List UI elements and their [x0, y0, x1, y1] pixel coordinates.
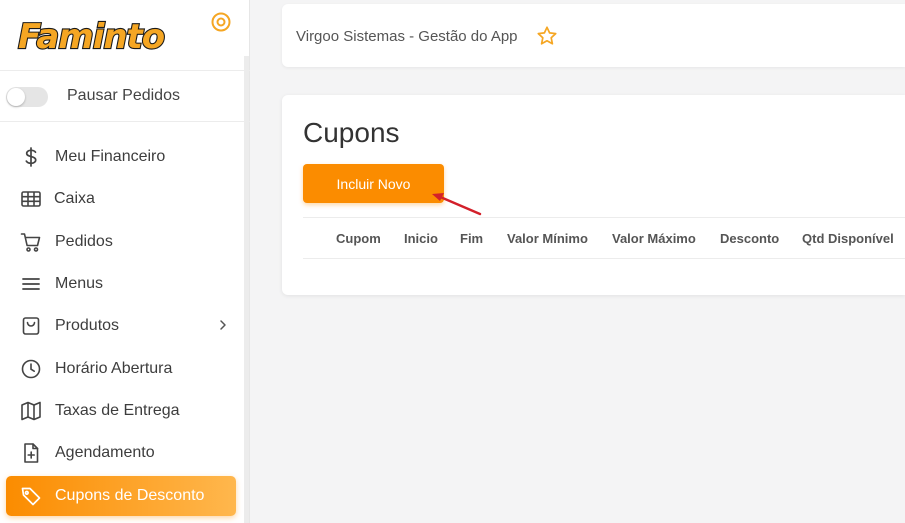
sidebar-item-label: Meu Financeiro	[55, 148, 166, 165]
bag-icon	[20, 315, 42, 337]
column-header[interactable]: Inicio	[404, 231, 438, 246]
add-new-button[interactable]: Incluir Novo	[303, 164, 444, 203]
sidebar-item-label: Menus	[55, 275, 104, 292]
pause-orders-toggle[interactable]	[6, 87, 48, 107]
settings-target-icon[interactable]	[210, 11, 232, 33]
top-bar: Virgoo Sistemas - Gestão do App	[282, 4, 905, 67]
sidebar-scrollbar[interactable]	[244, 56, 249, 523]
star-icon[interactable]	[536, 25, 558, 47]
sidebar-item-horario-abertura[interactable]: Horário Abertura	[6, 349, 236, 389]
sidebar-item-label: Agendamento	[55, 444, 155, 461]
menu-lines-icon	[20, 273, 42, 295]
sidebar-item-label: Produtos	[55, 317, 120, 334]
sidebar-item-produtos[interactable]: Produtos	[6, 306, 236, 346]
clock-icon	[20, 358, 42, 380]
sidebar: Faminto Pausar Pedidos Meu Financeiro Ca…	[0, 0, 250, 523]
column-header[interactable]: Valor Mínimo	[507, 231, 588, 246]
sidebar-item-pedidos[interactable]: Pedidos	[6, 222, 236, 262]
sidebar-item-caixa[interactable]: Caixa	[6, 179, 236, 219]
file-plus-icon	[20, 442, 42, 464]
column-header[interactable]: Qtd Disponível	[802, 231, 894, 246]
column-header[interactable]: Cupom	[336, 231, 381, 246]
toggle-knob	[7, 88, 25, 106]
coupons-table-header: Cupom Inicio Fim Valor Mínimo Valor Máxi…	[303, 217, 905, 259]
column-header[interactable]: Desconto	[720, 231, 779, 246]
column-header[interactable]: Valor Máximo	[612, 231, 696, 246]
dollar-icon	[20, 146, 42, 168]
sidebar-item-taxas-de-entrega[interactable]: Taxas de Entrega	[6, 391, 236, 431]
column-header[interactable]: Fim	[460, 231, 483, 246]
svg-text:Faminto: Faminto	[18, 17, 165, 57]
sidebar-item-menus[interactable]: Menus	[6, 264, 236, 304]
sidebar-item-cupons-de-desconto[interactable]: Cupons de Desconto	[6, 476, 236, 516]
page-breadcrumb-title: Virgoo Sistemas - Gestão do App	[296, 28, 518, 45]
sidebar-item-agendamento[interactable]: Agendamento	[6, 433, 236, 473]
coupons-card: Cupons Incluir Novo Cupom Inicio Fim Val…	[282, 95, 905, 295]
sidebar-item-label: Pedidos	[55, 233, 113, 250]
sidebar-item-meu-financeiro[interactable]: Meu Financeiro	[6, 137, 236, 177]
faminto-logo[interactable]: Faminto	[14, 10, 167, 60]
tag-icon	[20, 485, 42, 507]
pause-orders-row: Pausar Pedidos	[0, 70, 250, 122]
sidebar-item-label: Caixa	[54, 190, 95, 207]
map-icon	[20, 400, 42, 422]
cart-icon	[20, 231, 42, 253]
sidebar-item-label: Taxas de Entrega	[55, 402, 180, 419]
table-grid-icon	[20, 188, 42, 210]
annotation-arrow-icon	[426, 186, 486, 220]
sidebar-item-label: Horário Abertura	[55, 360, 173, 377]
page-title: Cupons	[303, 117, 400, 148]
chevron-right-icon	[216, 318, 230, 332]
sidebar-item-label: Cupons de Desconto	[55, 487, 205, 504]
pause-orders-label: Pausar Pedidos	[67, 87, 180, 104]
